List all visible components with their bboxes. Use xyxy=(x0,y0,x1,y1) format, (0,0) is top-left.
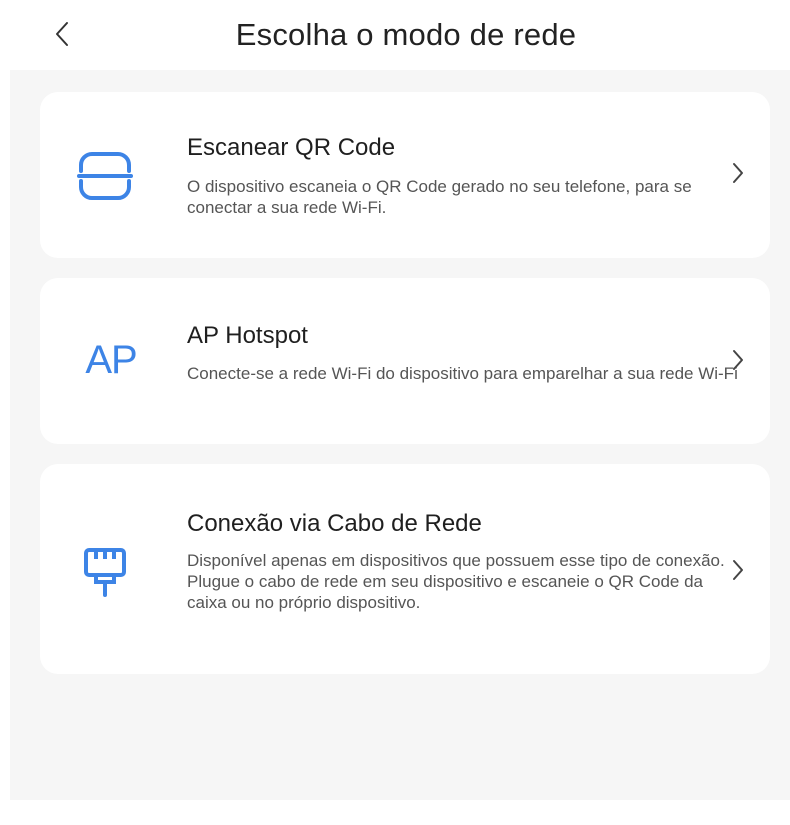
qr-scan-icon xyxy=(76,150,134,202)
content-area: Escanear QR Code O dispositivo escaneia … xyxy=(10,70,790,800)
option-card-ap-hotspot[interactable]: AP AP Hotspot Conecte-se a rede Wi-Fi do… xyxy=(40,278,770,444)
top-bar: Escolha o modo de rede xyxy=(0,0,790,70)
option-title: Escanear QR Code xyxy=(187,134,396,161)
ap-icon-label: AP xyxy=(85,337,137,382)
option-title: AP Hotspot xyxy=(187,322,308,349)
chevron-right-icon xyxy=(728,555,748,585)
chevron-right-icon xyxy=(728,345,748,375)
ap-icon: AP xyxy=(76,334,146,386)
option-card-qr-code[interactable]: Escanear QR Code O dispositivo escaneia … xyxy=(40,92,770,258)
option-description: Conecte-se a rede Wi-Fi do dispositivo p… xyxy=(187,364,738,383)
option-card-ethernet[interactable]: Conexão via Cabo de Rede Disponível apen… xyxy=(40,464,770,674)
option-description: O dispositivo escaneia o QR Code gerado … xyxy=(187,177,692,217)
ethernet-cable-icon xyxy=(76,544,134,600)
option-description: Disponível apenas em dispositivos que po… xyxy=(187,551,725,612)
option-title: Conexão via Cabo de Rede xyxy=(187,510,482,537)
page-title: Escolha o modo de rede xyxy=(235,17,577,52)
chevron-right-icon xyxy=(728,158,748,188)
